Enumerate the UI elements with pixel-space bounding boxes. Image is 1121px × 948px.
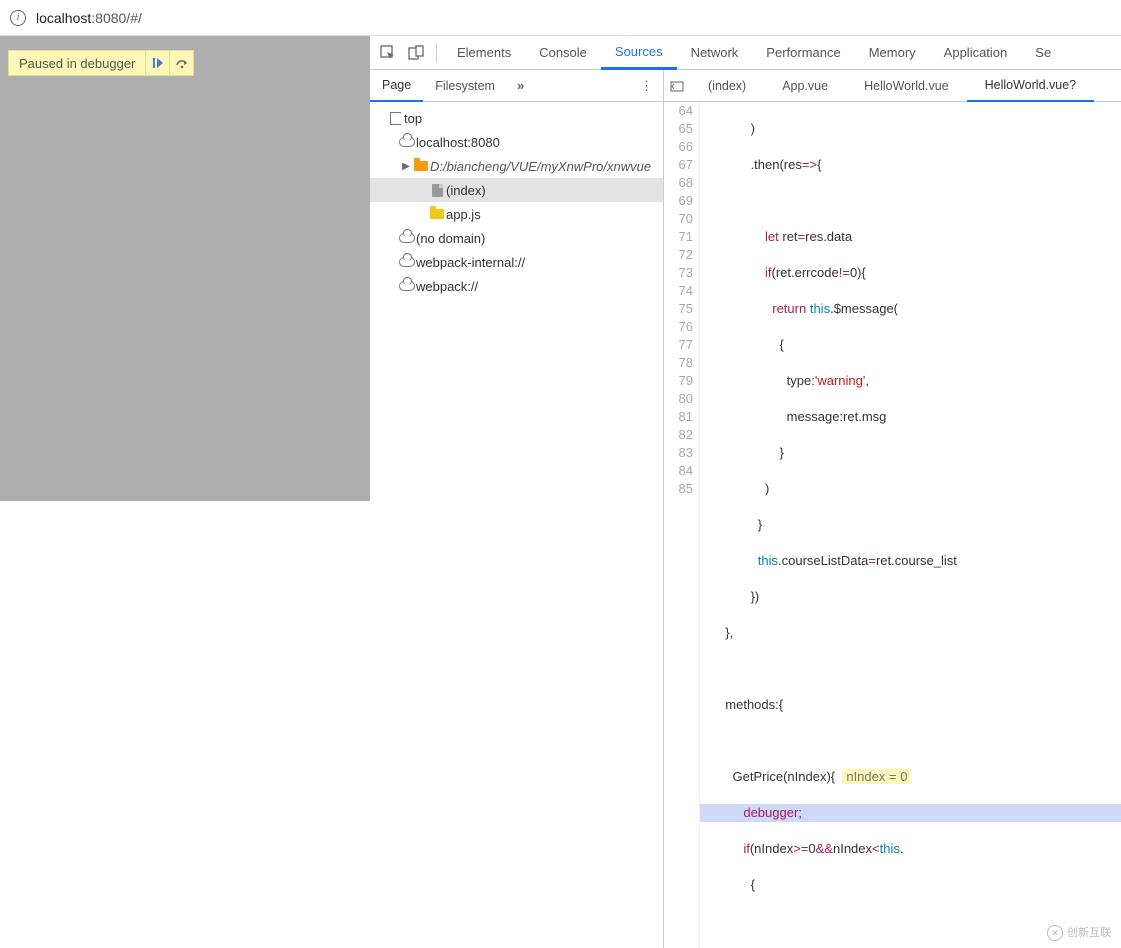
- sources-subtab-filesystem[interactable]: Filesystem: [423, 70, 507, 102]
- code-source[interactable]: ) .then(res=>{ let ret=res.data if(ret.e…: [700, 102, 1121, 948]
- tree-webpack-internal[interactable]: webpack-internal://: [370, 250, 663, 274]
- tree-host[interactable]: localhost:8080: [370, 130, 663, 154]
- tab-memory[interactable]: Memory: [855, 36, 930, 70]
- tab-application[interactable]: Application: [930, 36, 1022, 70]
- tab-network[interactable]: Network: [677, 36, 753, 70]
- tree-appjs-file[interactable]: app.js: [370, 202, 663, 226]
- resume-button[interactable]: [145, 51, 169, 75]
- paused-label: Paused in debugger: [9, 56, 145, 71]
- inline-value-hint: nIndex = 0: [842, 769, 911, 784]
- devtools-toolbar: Elements Console Sources Network Perform…: [370, 36, 1121, 70]
- tree-top[interactable]: top: [370, 106, 663, 130]
- page-overlay: Paused in debugger: [0, 36, 370, 501]
- paused-in-debugger-banner: Paused in debugger: [8, 50, 194, 76]
- tree-index-file[interactable]: (index): [370, 178, 663, 202]
- tab-performance[interactable]: Performance: [752, 36, 854, 70]
- tree-project-folder[interactable]: ▶D:/biancheng/VUE/myXnwPro/xnwvue: [370, 154, 663, 178]
- tab-sources[interactable]: Sources: [601, 36, 677, 70]
- site-info-icon[interactable]: i: [10, 10, 26, 26]
- code-editor[interactable]: 6465666768697071727374757677787980818283…: [664, 102, 1121, 948]
- step-over-button[interactable]: [169, 51, 193, 75]
- inspect-element-icon[interactable]: [374, 39, 402, 67]
- tree-nodomain[interactable]: (no domain): [370, 226, 663, 250]
- file-tree: top localhost:8080 ▶D:/biancheng/VUE/myX…: [370, 102, 664, 948]
- current-execution-line: debugger;: [700, 804, 1121, 822]
- device-toolbar-icon[interactable]: [402, 39, 430, 67]
- tree-webpack[interactable]: webpack://: [370, 274, 663, 298]
- sources-subtab-more[interactable]: »: [507, 78, 534, 93]
- file-tab-appvue[interactable]: App.vue: [764, 70, 846, 102]
- watermark: ✕创新互联: [1047, 924, 1111, 942]
- sources-subtab-page[interactable]: Page: [370, 70, 423, 102]
- file-tab-index[interactable]: (index): [690, 70, 764, 102]
- file-tab-back-icon[interactable]: [664, 79, 690, 93]
- sources-subtab-menu[interactable]: ⋮: [630, 78, 663, 94]
- tab-console[interactable]: Console: [525, 36, 601, 70]
- tab-elements[interactable]: Elements: [443, 36, 525, 70]
- file-tab-helloworld2[interactable]: HelloWorld.vue?: [967, 70, 1094, 102]
- file-tab-helloworld1[interactable]: HelloWorld.vue: [846, 70, 967, 102]
- line-numbers: 6465666768697071727374757677787980818283…: [664, 102, 700, 948]
- tab-security[interactable]: Se: [1021, 36, 1065, 70]
- url-display[interactable]: localhost:8080/#/: [36, 10, 142, 26]
